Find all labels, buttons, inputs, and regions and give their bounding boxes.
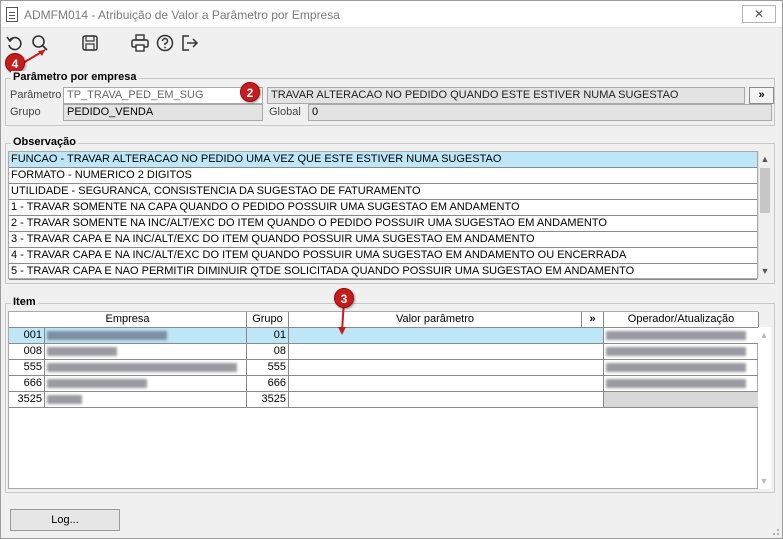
item-scrollbar[interactable]: ▲ ▼ (758, 327, 771, 489)
observacao-item[interactable]: FUNCAO - TRAVAR ALTERACAO NO PEDIDO UMA … (9, 152, 757, 168)
operador-cell (604, 392, 759, 408)
operador-cell (604, 328, 759, 344)
scroll-down-icon[interactable]: ▼ (759, 265, 771, 277)
table-row[interactable]: 666 666 (9, 376, 759, 392)
print-button[interactable] (129, 32, 151, 54)
empresa-nome-cell (45, 360, 247, 376)
grupo-cell: 08 (247, 344, 289, 360)
help-icon (156, 34, 174, 52)
title-bar: ADMFM014 - Atribuição de Valor a Parâmet… (1, 1, 782, 28)
operador-cell (604, 376, 759, 392)
parametro-description-field: TRAVAR ALTERACAO NO PEDIDO QUANDO ESTE E… (267, 87, 745, 104)
exit-icon (182, 35, 199, 51)
empresa-nome-cell (45, 376, 247, 392)
grip-dots (773, 529, 779, 535)
observacao-item[interactable]: 4 - TRAVAR CAPA E NA INC/ALT/EXC DO ITEM… (9, 248, 757, 264)
empresa-nome-cell (45, 328, 247, 344)
save-button[interactable] (79, 32, 101, 54)
grupo-cell: 555 (247, 360, 289, 376)
observacao-scrollbar[interactable]: ▲ ▼ (758, 151, 771, 279)
observacao-item[interactable]: 3 - TRAVAR CAPA E NA INC/ALT/EXC DO ITEM… (9, 232, 757, 248)
valor-more-button[interactable]: » (582, 312, 604, 328)
valor-cell[interactable] (289, 392, 604, 408)
parametro-field[interactable]: TP_TRAVA_PED_EM_SUG (63, 87, 263, 104)
table-row[interactable]: 555 555 (9, 360, 759, 376)
operador-cell (604, 360, 759, 376)
scroll-up-icon[interactable]: ▲ (758, 329, 770, 341)
annotation-marker-4: 4 (5, 53, 25, 73)
global-label: Global (269, 106, 301, 118)
empresa-codigo-cell: 555 (9, 360, 45, 376)
parametro-lookup-button[interactable]: » (749, 87, 774, 104)
exit-button[interactable] (179, 32, 201, 54)
grupo-cell: 01 (247, 328, 289, 344)
annotation-marker-2: 2 (240, 82, 260, 102)
item-group-title: Item (11, 296, 38, 308)
grupo-header[interactable]: Grupo (247, 312, 289, 328)
parametro-label: Parâmetro (10, 89, 62, 101)
observacao-item[interactable]: 2 - TRAVAR SOMENTE NA INC/ALT/EXC DO ITE… (9, 216, 757, 232)
empresa-codigo-cell: 001 (9, 328, 45, 344)
scroll-up-icon[interactable]: ▲ (759, 153, 771, 165)
operador-header[interactable]: Operador/Atualização (604, 312, 759, 328)
observacao-item[interactable]: UTILIDADE - SEGURANCA, CONSISTENCIA DA S… (9, 184, 757, 200)
valor-cell[interactable] (289, 376, 604, 392)
close-button[interactable]: ✕ (742, 5, 776, 23)
parametro-group-title: Parâmetro por empresa (11, 71, 139, 83)
grupo-cell: 666 (247, 376, 289, 392)
table-row[interactable]: 3525 3525 (9, 392, 759, 408)
valor-cell[interactable] (289, 344, 604, 360)
observacao-list[interactable]: FUNCAO - TRAVAR ALTERACAO NO PEDIDO UMA … (8, 151, 758, 280)
grupo-label: Grupo (10, 106, 41, 118)
observacao-item[interactable]: 5 - TRAVAR CAPA E NAO PERMITIR DIMINUIR … (9, 264, 757, 280)
log-button[interactable]: Log... (10, 509, 120, 531)
resize-grip-icon[interactable] (770, 526, 780, 536)
empresa-header[interactable]: Empresa (9, 312, 247, 328)
scroll-down-icon[interactable]: ▼ (758, 475, 770, 487)
annotation-marker-3: 3 (334, 288, 354, 308)
help-button[interactable] (154, 32, 176, 54)
save-icon (82, 35, 98, 51)
table-row[interactable]: 008 08 (9, 344, 759, 360)
empresa-codigo-cell: 666 (9, 376, 45, 392)
valor-cell[interactable] (289, 360, 604, 376)
empresa-codigo-cell: 008 (9, 344, 45, 360)
global-field: 0 (308, 104, 772, 121)
toolbar (1, 29, 782, 59)
item-grid[interactable]: Empresa Grupo Valor parâmetro » Operador… (8, 311, 759, 489)
window-title: ADMFM014 - Atribuição de Valor a Parâmet… (24, 8, 340, 22)
grupo-cell: 3525 (247, 392, 289, 408)
empresa-nome-cell (45, 392, 247, 408)
print-icon (131, 34, 149, 52)
table-row[interactable]: 001 01 (9, 328, 759, 344)
grupo-field: PEDIDO_VENDA (63, 104, 263, 121)
observacao-item[interactable]: 1 - TRAVAR SOMENTE NA CAPA QUANDO O PEDI… (9, 200, 757, 216)
observacao-group-title: Observação (11, 136, 78, 148)
document-icon (6, 7, 18, 22)
empresa-nome-cell (45, 344, 247, 360)
app-window: ADMFM014 - Atribuição de Valor a Parâmet… (0, 0, 783, 539)
empresa-codigo-cell: 3525 (9, 392, 45, 408)
scroll-thumb[interactable] (760, 168, 770, 213)
observacao-item[interactable]: FORMATO - NUMERICO 2 DIGITOS (9, 168, 757, 184)
operador-cell (604, 344, 759, 360)
